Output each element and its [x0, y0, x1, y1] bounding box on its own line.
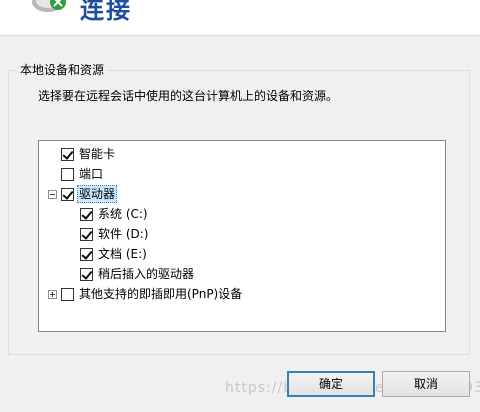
- group-description: 选择要在远程会话中使用的这台计算机上的设备和资源。: [38, 89, 339, 103]
- tree-item-label: 端口: [79, 167, 104, 181]
- tree-item-smartcard[interactable]: 智能卡: [61, 144, 117, 164]
- group-legend: 本地设备和资源: [17, 62, 108, 78]
- later-drives-checkbox[interactable]: [80, 267, 93, 281]
- smartcard-checkbox[interactable]: [61, 147, 74, 161]
- tree-item-drive-d[interactable]: 软件 (D:): [80, 224, 150, 244]
- tree-item-label: 稍后插入的驱动器: [98, 267, 195, 281]
- ports-checkbox[interactable]: [61, 167, 74, 181]
- drive-c-checkbox[interactable]: [80, 207, 93, 221]
- tree-item-label: 驱动器: [77, 185, 118, 203]
- page-title: 连接: [80, 0, 132, 24]
- expand-pnp-icon[interactable]: [48, 290, 57, 299]
- drive-d-checkbox[interactable]: [80, 227, 93, 241]
- tree-item-label: 系统 (C:): [98, 207, 148, 221]
- remote-desktop-connection-icon: [32, 0, 66, 12]
- dialog-header: 连接: [0, 0, 480, 36]
- ok-button[interactable]: 确定: [287, 371, 375, 397]
- tree-item-drives[interactable]: 驱动器: [61, 184, 118, 204]
- pnp-devices-checkbox[interactable]: [61, 287, 74, 301]
- tree-item-pnp-devices[interactable]: 其他支持的即插即用(PnP)设备: [61, 284, 244, 304]
- cancel-button[interactable]: 取消: [382, 371, 470, 397]
- tree-item-drive-e[interactable]: 文档 (E:): [80, 244, 149, 264]
- collapse-drives-icon[interactable]: [48, 190, 57, 199]
- drives-checkbox[interactable]: [61, 187, 74, 201]
- tree-item-label: 智能卡: [79, 147, 116, 161]
- tree-item-later-drives[interactable]: 稍后插入的驱动器: [80, 264, 196, 284]
- tree-item-label: 软件 (D:): [98, 227, 149, 241]
- tree-item-drive-c[interactable]: 系统 (C:): [80, 204, 150, 224]
- tree-item-ports[interactable]: 端口: [61, 164, 105, 184]
- tree-item-label: 文档 (E:): [98, 247, 147, 261]
- devices-tree[interactable]: 智能卡 端口 驱动器 系统 (C:) 软件 (D:) 文档 (E:) 稍后插入的…: [38, 140, 446, 332]
- drive-e-checkbox[interactable]: [80, 247, 93, 261]
- tree-item-label: 其他支持的即插即用(PnP)设备: [79, 287, 243, 301]
